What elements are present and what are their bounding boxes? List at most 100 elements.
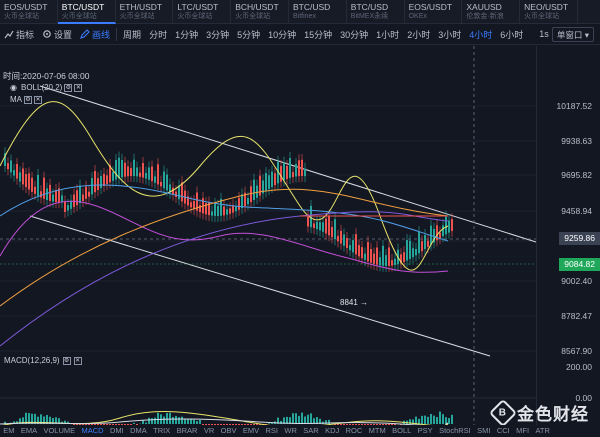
indicator-tab[interactable]: OBV xyxy=(217,425,239,437)
candle-body xyxy=(94,170,96,193)
ticker-tab[interactable]: BTC/USD Bitfinex xyxy=(289,0,347,24)
candle-body xyxy=(439,232,441,239)
candle-body xyxy=(358,245,360,257)
ticker-tab[interactable]: NEO/USDT 火币全球站 xyxy=(520,0,578,24)
close-icon[interactable]: ✕ xyxy=(34,95,42,104)
indicator-tab[interactable]: MACD xyxy=(78,425,106,437)
indicator-icon xyxy=(4,30,14,39)
period-option[interactable]: 分时 xyxy=(145,28,171,41)
indicator-tab[interactable]: BRAR xyxy=(173,425,200,437)
settings-icon[interactable]: ⚙ xyxy=(64,83,73,92)
period-option[interactable]: 15分钟 xyxy=(300,28,336,41)
ticker-symbol: EOS/USDT xyxy=(408,2,453,12)
price-tick-label: 8782.47 xyxy=(561,311,592,321)
ticker-source: Bitfinex xyxy=(292,13,316,20)
ticker-tab[interactable]: BTC/USD BitMEX永续 xyxy=(347,0,405,24)
candle-body xyxy=(415,248,417,256)
ticker-tab[interactable]: XAUUSD 伦敦金·新浪 xyxy=(462,0,521,24)
price-chart[interactable] xyxy=(0,46,600,436)
period-option[interactable]: 1小时 xyxy=(372,28,403,41)
indicator-tab[interactable]: CCI xyxy=(494,425,513,437)
period-option[interactable]: 1分钟 xyxy=(171,28,202,41)
macd-histogram-bar xyxy=(169,412,171,424)
toolbar-divider xyxy=(116,27,118,41)
indicator-tab[interactable]: WR xyxy=(281,425,300,437)
candle-body xyxy=(82,194,84,202)
close-icon[interactable]: ✕ xyxy=(73,356,82,365)
period-option[interactable]: 5分钟 xyxy=(233,28,264,41)
ticker-tab[interactable]: BCH/USDT 火币全球站 xyxy=(231,0,289,24)
settings-label: 设置 xyxy=(54,29,73,40)
candle-body xyxy=(22,168,24,185)
ticker-tab[interactable]: LTC/USDT 火币全球站 xyxy=(173,0,232,24)
period-option[interactable]: 10分钟 xyxy=(264,28,300,41)
candle-body xyxy=(142,163,144,178)
indicator-tab[interactable]: MFI xyxy=(513,425,532,437)
settings-icon[interactable]: ⚙ xyxy=(24,95,32,104)
candle-body xyxy=(286,165,288,179)
ticker-tab[interactable]: EOS/USDT 火币全球站 xyxy=(0,0,58,24)
timezone-selector[interactable]: 1s xyxy=(535,29,553,39)
settings-button[interactable]: 设置 xyxy=(38,24,76,45)
period-option[interactable]: 6小时 xyxy=(496,28,527,41)
indicator-tab[interactable]: PSY xyxy=(414,425,435,437)
indicator-tab[interactable]: SAR xyxy=(300,425,322,437)
settings-icon[interactable]: ⚙ xyxy=(62,356,71,365)
indicator-tab[interactable]: DMA xyxy=(127,425,150,437)
macd-histogram-bar xyxy=(427,416,429,424)
indicator-tab[interactable]: StochRSI xyxy=(436,425,474,437)
candle-body xyxy=(166,174,168,191)
indicator-tab[interactable]: RSI xyxy=(262,425,281,437)
indicator-tab[interactable]: BOLL xyxy=(389,425,415,437)
macd-histogram-bar xyxy=(181,416,183,424)
ticker-tab[interactable]: EOS/USDT OKEx xyxy=(405,0,463,24)
macd-histogram-bar xyxy=(196,421,198,424)
ticker-source: 火币全球站 xyxy=(524,13,560,20)
candle-body xyxy=(271,171,273,188)
candle-body xyxy=(25,174,27,188)
candle-body xyxy=(367,242,369,262)
macd-histogram-bar xyxy=(163,416,165,424)
indicator-tab[interactable]: ATR xyxy=(532,425,553,437)
indicator-tab[interactable]: VR xyxy=(201,425,218,437)
indicator-tab[interactable]: ROC xyxy=(342,425,365,437)
chart-canvas[interactable] xyxy=(0,46,536,436)
candle-body xyxy=(280,165,282,182)
candle-body xyxy=(64,201,66,212)
indicator-tab[interactable]: VOLUME xyxy=(40,425,78,437)
indicator-tab[interactable]: EMV xyxy=(240,425,263,437)
candle-body xyxy=(190,202,192,208)
period-option[interactable]: 30分钟 xyxy=(336,28,372,41)
indicators-button[interactable]: 指标 xyxy=(0,24,38,45)
indicator-tab[interactable]: SMI xyxy=(474,425,494,437)
candle-body xyxy=(127,166,129,177)
ticker-tab[interactable]: ETH/USDT 火币全球站 xyxy=(116,0,174,24)
current-price-tag: 9084.82 xyxy=(559,258,600,271)
period-option[interactable]: 4小时 xyxy=(465,28,496,41)
candle-body xyxy=(7,163,9,170)
candle-body xyxy=(55,189,57,202)
window-mode-label: 单窗口 xyxy=(556,30,583,40)
ticker-tab[interactable]: BTC/USDT 火币全球站 xyxy=(57,0,116,24)
ticker-symbol: BCH/USDT xyxy=(235,2,279,12)
indicator-tab[interactable]: MTM xyxy=(365,425,388,437)
indicator-tab[interactable]: EM xyxy=(0,425,18,437)
period-option[interactable]: 2小时 xyxy=(403,28,434,41)
indicator-tab[interactable]: KDJ xyxy=(322,425,343,437)
candle-body xyxy=(373,253,375,264)
indicator-tab[interactable]: DMI xyxy=(107,425,127,437)
close-icon[interactable]: ✕ xyxy=(74,83,83,92)
macd-histogram-bar xyxy=(280,420,282,424)
candle-body xyxy=(175,191,177,198)
period-option[interactable]: 3小时 xyxy=(434,28,465,41)
price-axis[interactable]: 10187.52 9938.63 9695.82 9458.94 9002.40 8782… xyxy=(536,46,600,436)
draw-button[interactable]: 画线 xyxy=(76,24,114,45)
macd-histogram-bar xyxy=(157,412,159,424)
macd-histogram-bar xyxy=(154,417,156,424)
eye-icon[interactable]: ◉ xyxy=(10,83,17,92)
candle-body xyxy=(70,200,72,209)
window-mode-button[interactable]: 单窗口 ▾ xyxy=(551,27,594,42)
indicator-tab[interactable]: TRIX xyxy=(150,425,173,437)
period-option[interactable]: 3分钟 xyxy=(202,28,233,41)
indicator-tab[interactable]: EMA xyxy=(18,425,41,437)
